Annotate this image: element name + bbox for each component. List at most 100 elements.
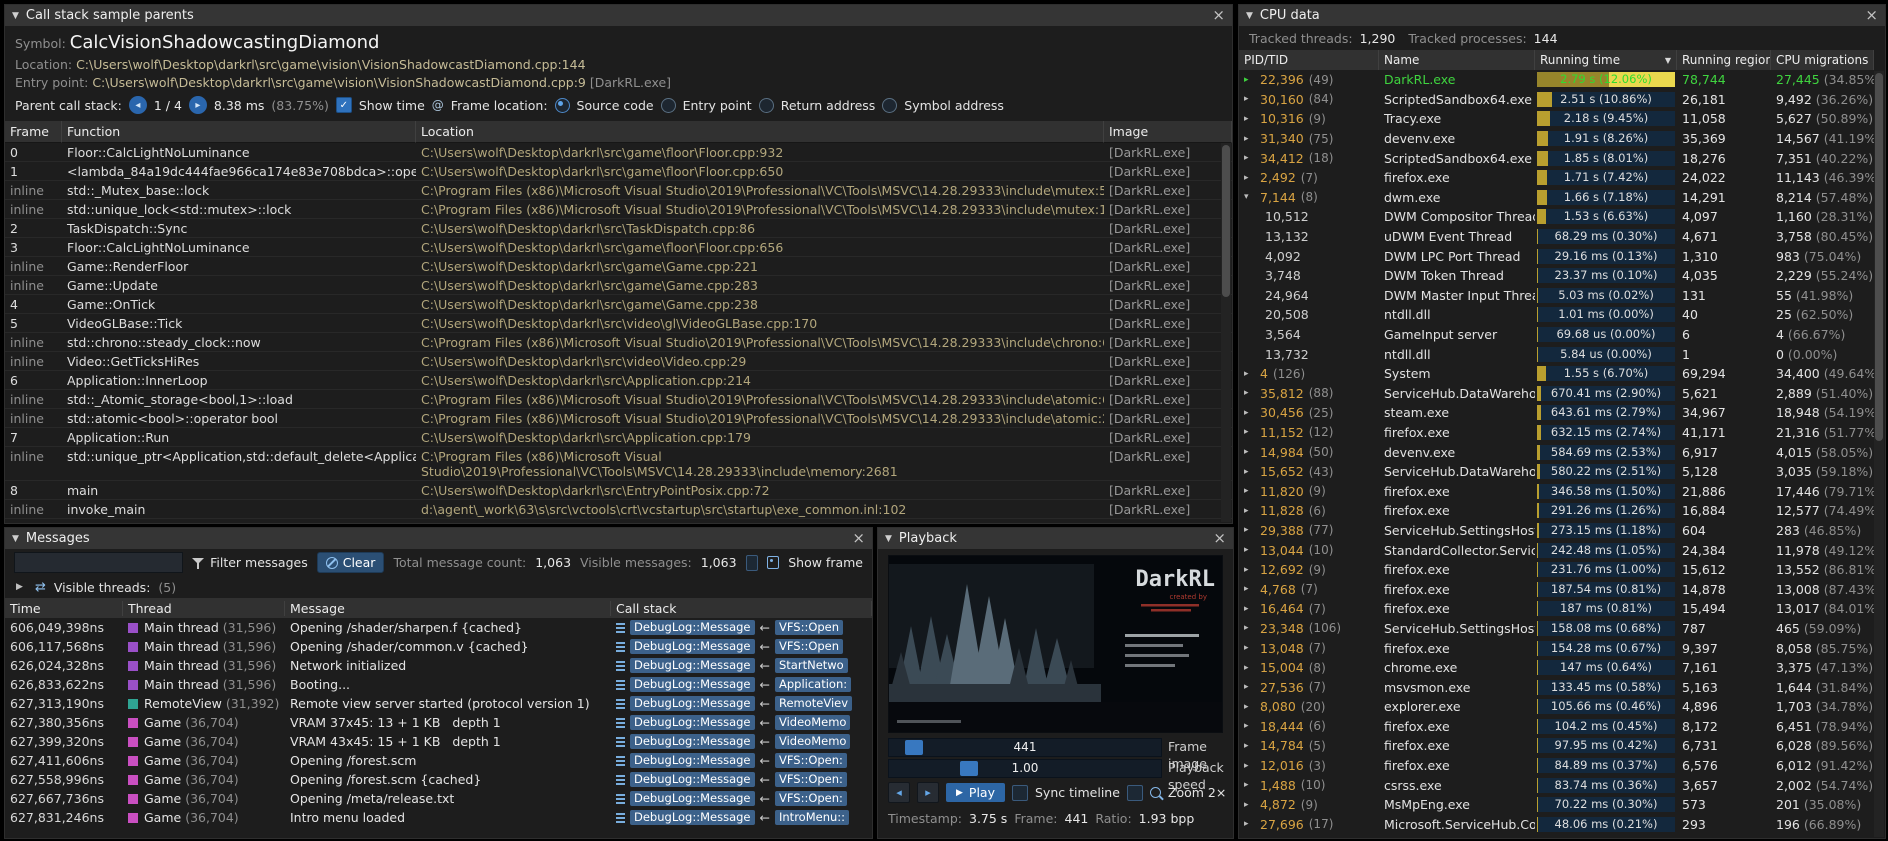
expand-row-icon[interactable]: ▸ (1244, 702, 1255, 712)
callstack-table-row[interactable]: 1<lambda_84a19dc444fae966ca174e83e708bdc… (5, 162, 1232, 181)
cpu-row[interactable]: ▸8,080(20)explorer.exe105.66 ms (0.46%)4… (1239, 697, 1874, 717)
cpu-row[interactable]: ▸31,340(75)devenv.exe1.91 s (8.26%)35,36… (1239, 129, 1874, 149)
callstack-table-row[interactable]: inlinestd::atomic<bool>::operator boolC:… (5, 409, 1232, 428)
collapse-icon[interactable]: ▼ (885, 534, 892, 544)
expand-row-icon[interactable]: ▸ (1244, 408, 1255, 418)
cpu-row[interactable]: ▸14,784(5)firefox.exe97.95 ms (0.42%)6,7… (1239, 736, 1874, 756)
message-row[interactable]: 627,667,736nsGame (36,704)Opening /meta/… (5, 789, 872, 808)
playback-speed-slider[interactable]: 1.00 (888, 759, 1162, 778)
cpu-row[interactable]: ▸14,984(50)devenv.exe584.69 ms (2.53%)6,… (1239, 442, 1874, 462)
cpu-row[interactable]: ▸16,464(7)firefox.exe187 ms (0.81%)15,49… (1239, 599, 1874, 619)
callstack-table-row[interactable]: 3Floor::CalcLightNoLuminanceC:\Users\wol… (5, 238, 1232, 257)
stack-frame-chip[interactable]: VFS::Open: (775, 772, 847, 787)
stack-frame-chip[interactable]: DebugLog::Message (630, 677, 755, 692)
stack-frame-chip[interactable]: DebugLog::Message (630, 810, 755, 825)
close-icon[interactable]: × (1212, 8, 1225, 23)
stack-frame-chip[interactable]: VFS::Open: (775, 753, 847, 768)
cpu-row[interactable]: ▸27,696(17)Microsoft.ServiceHub.Co48.06 … (1239, 815, 1874, 835)
show-time-checkbox[interactable]: ✓ (336, 97, 352, 113)
expand-row-icon[interactable]: ▸ (1244, 819, 1255, 829)
expand-row-icon[interactable]: ▸ (1244, 114, 1255, 124)
expand-row-icon[interactable]: ▸ (1244, 800, 1255, 810)
collapse-icon[interactable]: ▼ (1246, 11, 1253, 21)
expand-row-icon[interactable]: ▸ (1244, 369, 1255, 379)
stack-frame-chip[interactable]: DebugLog::Message (630, 772, 755, 787)
cpu-row[interactable]: ▸23,348(106)ServiceHub.SettingsHost158.0… (1239, 619, 1874, 639)
expand-row-icon[interactable]: ▸ (1244, 447, 1255, 457)
cpu-row[interactable]: ▸15,652(43)ServiceHub.DataWarehous580.22… (1239, 462, 1874, 482)
expand-row-icon[interactable]: ▸ (1244, 525, 1255, 535)
expand-row-icon[interactable]: ▸ (1244, 506, 1255, 516)
cpu-row[interactable]: 20,508ntdll.dll1.01 ms (0.00%)4025 (62.5… (1239, 305, 1874, 325)
callstack-table-row[interactable]: 0Floor::CalcLightNoLuminanceC:\Users\wol… (5, 143, 1232, 162)
cpu-row[interactable]: ▸15,004(8)chrome.exe147 ms (0.64%)7,1613… (1239, 658, 1874, 678)
cpu-row[interactable]: ▸12,016(3)firefox.exe84.89 ms (0.37%)6,5… (1239, 756, 1874, 776)
stack-frame-chip[interactable]: DebugLog::Message (630, 753, 755, 768)
scrollbar[interactable] (1874, 71, 1884, 837)
stack-frame-chip[interactable]: VideoMemo (775, 715, 850, 730)
stack-frame-chip[interactable]: Application: (775, 677, 851, 692)
prev-parent-button[interactable]: ◂ (129, 96, 147, 114)
radio-label[interactable]: Entry point (683, 98, 752, 113)
radio-label[interactable]: Return address (781, 98, 876, 113)
callstack-table-row[interactable]: 5VideoGLBase::TickC:\Users\wolf\Desktop\… (5, 314, 1232, 333)
expand-row-icon[interactable]: ▸ (1244, 780, 1255, 790)
step-back-button[interactable]: ◂ (888, 782, 910, 803)
expand-icon[interactable]: ▶ (16, 582, 27, 592)
expand-row-icon[interactable]: ▸ (1244, 721, 1255, 731)
stack-frame-chip[interactable]: DebugLog::Message (630, 715, 755, 730)
radio-source-code[interactable] (555, 98, 570, 113)
radio-entry-point[interactable] (661, 98, 676, 113)
callstack-table-row[interactable]: inlineGame::RenderFloorC:\Users\wolf\Des… (5, 257, 1232, 276)
expand-row-icon[interactable]: ▸ (1244, 388, 1255, 398)
cpu-row[interactable]: 10,512DWM Compositor Thread1.53 s (6.63%… (1239, 207, 1874, 227)
cpu-row[interactable]: 13,132uDWM Event Thread68.29 ms (0.30%)4… (1239, 227, 1874, 247)
radio-symbol-address[interactable] (882, 98, 897, 113)
stack-frame-chip[interactable]: DebugLog::Message (630, 734, 755, 749)
clear-button[interactable]: Clear (317, 552, 385, 573)
cpu-row[interactable]: ▸4(126)System1.55 s (6.70%)69,29434,400 … (1239, 364, 1874, 384)
cpu-row[interactable]: ▸29,388(77)ServiceHub.SettingsHost273.15… (1239, 521, 1874, 541)
collapse-icon[interactable]: ▼ (12, 534, 19, 544)
callstack-table-row[interactable]: 8mainC:\Users\wolf\Desktop\darkrl\src\En… (5, 481, 1232, 500)
zoom-label[interactable]: Zoom 2× (1168, 785, 1226, 800)
collapse-icon[interactable]: ▼ (12, 11, 19, 21)
expand-row-icon[interactable]: ▸ (1244, 75, 1255, 85)
callstack-table-row[interactable]: inlineVideo::GetTicksHiResC:\Users\wolf\… (5, 352, 1232, 371)
stack-frame-chip[interactable]: VFS::Open (775, 620, 843, 635)
column-header-cpu-migrations[interactable]: CPU migrations (1771, 50, 1874, 70)
cpu-row[interactable]: 3,564GameInput server69.68 us (0.00%)64 … (1239, 325, 1874, 345)
cpu-row[interactable]: ▸22,396(49)DarkRL.exe2.79 s (12.06%)78,7… (1239, 70, 1874, 90)
scrollbar[interactable] (1221, 143, 1231, 522)
cpu-row[interactable]: ▸4,768(7)firefox.exe187.54 ms (0.81%)14,… (1239, 579, 1874, 599)
expand-row-icon[interactable]: ▸ (1244, 682, 1255, 692)
callstack-table-row[interactable]: inlinestd::unique_ptr<Application,std::d… (5, 447, 1232, 481)
stack-frame-chip[interactable]: VideoMemo (775, 734, 850, 749)
message-row[interactable]: 627,411,606nsGame (36,704)Opening /fores… (5, 751, 872, 770)
radio-label[interactable]: Symbol address (904, 98, 1004, 113)
play-button[interactable]: ▶ Play (946, 783, 1005, 802)
column-header-running-time[interactable]: Running time ▼ (1535, 50, 1677, 70)
message-row[interactable]: 627,831,246nsGame (36,704)Intro menu loa… (5, 808, 872, 827)
expand-row-icon[interactable]: ▸ (1244, 545, 1255, 555)
close-icon[interactable]: × (1213, 531, 1226, 546)
cpu-row[interactable]: ▸30,160(84)ScriptedSandbox64.exe2.51 s (… (1239, 90, 1874, 110)
stack-frame-chip[interactable]: VFS::Open: (775, 791, 847, 806)
cpu-row[interactable]: ▸27,536(7)msvsmon.exe133.45 ms (0.58%)5,… (1239, 677, 1874, 697)
callstack-table-row[interactable]: inlinestd::_Mutex_base::lockC:\Program F… (5, 181, 1232, 200)
expand-row-icon[interactable]: ▸ (1244, 173, 1255, 183)
cpu-row[interactable]: ▸34,412(18)ScriptedSandbox64.exe1.85 s (… (1239, 148, 1874, 168)
cpu-row[interactable]: 4,092DWM LPC Port Thread29.16 ms (0.13%)… (1239, 246, 1874, 266)
callstack-table-row[interactable]: 6Application::InnerLoopC:\Users\wolf\Des… (5, 371, 1232, 390)
stack-frame-chip[interactable]: VFS::Open (775, 639, 843, 654)
message-row[interactable]: 627,399,320nsGame (36,704)VRAM 43x45: 15… (5, 732, 872, 751)
expand-row-icon[interactable]: ▸ (1244, 134, 1255, 144)
cpu-row[interactable]: ▸18,444(6)firefox.exe104.2 ms (0.45%)8,1… (1239, 717, 1874, 737)
zoom-checkbox[interactable] (1127, 785, 1143, 801)
cpu-row[interactable]: ▸30,456(25)steam.exe643.61 ms (2.79%)34,… (1239, 403, 1874, 423)
message-row[interactable]: 626,024,328nsMain thread (31,596)Network… (5, 656, 872, 675)
expand-row-icon[interactable]: ▸ (1244, 643, 1255, 653)
message-row[interactable]: 627,313,190nsRemoteView (31,392)Remote v… (5, 694, 872, 713)
expand-row-icon[interactable]: ▸ (1244, 94, 1255, 104)
cpu-row[interactable]: ▸11,828(6)firefox.exe291.26 ms (1.26%)16… (1239, 501, 1874, 521)
